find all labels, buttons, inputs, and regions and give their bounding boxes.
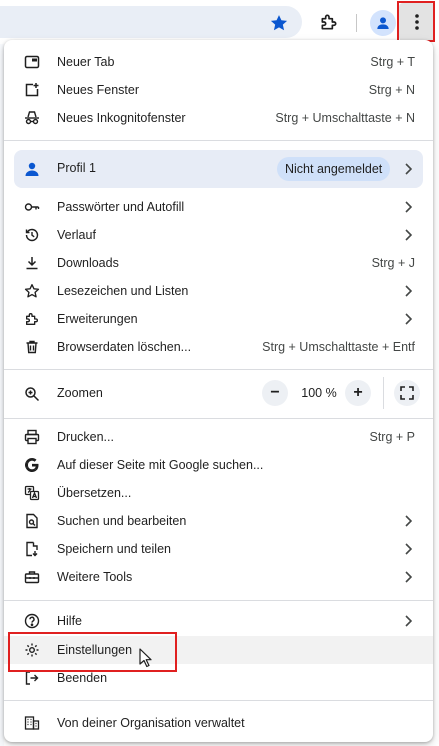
menu-item-label: Hilfe [57, 614, 83, 628]
puzzle-icon [24, 311, 40, 327]
menu-item-google-search-page[interactable]: Auf dieser Seite mit Google suchen... [4, 451, 433, 479]
menu-item-more-tools[interactable]: Weitere Tools [4, 563, 433, 591]
trash-icon [24, 339, 40, 355]
menu-item-label: Neuer Tab [57, 55, 115, 69]
star-outline-icon [24, 283, 40, 299]
translate-icon [24, 485, 40, 501]
menu-item-save-share[interactable]: Speichern und teilen [4, 535, 433, 563]
menu-item-label: Weitere Tools [57, 570, 133, 584]
menu-item-label: Drucken... [57, 430, 114, 444]
menu-item-label: Verlauf [57, 228, 96, 242]
fullscreen-icon[interactable] [394, 380, 420, 406]
profile-name: Profil 1 [57, 161, 96, 175]
profile-row[interactable]: Profil 1 Nicht angemeldet [14, 150, 423, 188]
incognito-icon [24, 110, 40, 126]
zoom-icon [24, 386, 40, 402]
menu-item-label: Neues Fenster [57, 83, 139, 97]
zoom-out-button[interactable]: − [262, 380, 288, 406]
building-icon [24, 715, 40, 731]
new-window-icon [24, 82, 40, 98]
menu-item-label: Erweiterungen [57, 312, 138, 326]
signin-status-badge: Nicht angemeldet [277, 157, 391, 181]
menu-item-label: Auf dieser Seite mit Google suchen... [57, 458, 264, 472]
menu-item-label: Passwörter und Autofill [57, 200, 185, 214]
mouse-cursor-icon [139, 648, 153, 668]
chevron-right-icon [401, 228, 415, 242]
menu-item-downloads[interactable]: Downloads Strg + J [4, 249, 433, 277]
chevron-right-icon [401, 514, 415, 528]
google-g-icon [24, 457, 40, 473]
shortcut-text: Strg + J [371, 256, 415, 270]
zoom-label: Zoomen [57, 386, 103, 400]
menu-divider [4, 369, 433, 370]
menu-divider [4, 700, 433, 701]
shortcut-text: Strg + N [368, 83, 415, 97]
address-bar[interactable] [0, 6, 302, 38]
exit-icon [24, 670, 40, 686]
menu-item-print[interactable]: Drucken... Strg + P [4, 423, 433, 451]
chevron-right-icon [401, 200, 415, 214]
menu-item-history[interactable]: Verlauf [4, 221, 433, 249]
print-icon [24, 429, 40, 445]
menu-item-label: Suchen und bearbeiten [57, 514, 187, 528]
shortcut-text: Strg + Umschalttaste + N [275, 111, 415, 125]
chevron-right-icon [401, 542, 415, 556]
menu-item-help[interactable]: Hilfe [4, 607, 433, 635]
history-icon [24, 227, 40, 243]
menu-divider [4, 140, 433, 141]
menu-item-label: Speichern und teilen [57, 542, 171, 556]
menu-item-new-window[interactable]: Neues Fenster Strg + N [4, 76, 433, 104]
find-page-icon [24, 513, 40, 529]
zoom-divider [383, 377, 384, 409]
extensions-puzzle-icon[interactable] [318, 11, 340, 33]
menu-item-new-incognito[interactable]: Neues Inkognitofenster Strg + Umschaltta… [4, 104, 433, 132]
menu-item-extensions[interactable]: Erweiterungen [4, 305, 433, 333]
save-share-icon [24, 541, 40, 557]
key-icon [24, 199, 40, 215]
chevron-right-icon [401, 284, 415, 298]
shortcut-text: Strg + Umschalttaste + Entf [262, 340, 415, 354]
menu-item-managed-by-org[interactable]: Von deiner Organisation verwaltet [4, 709, 433, 737]
menu-item-label: Beenden [57, 671, 108, 685]
menu-item-label: Lesezeichen und Listen [57, 284, 189, 298]
menu-item-passwords-autofill[interactable]: Passwörter und Autofill [4, 193, 433, 221]
menu-item-translate[interactable]: Übersetzen... [4, 479, 433, 507]
person-icon [24, 161, 40, 177]
menu-item-find-edit[interactable]: Suchen und bearbeiten [4, 507, 433, 535]
shortcut-text: Strg + T [370, 55, 415, 69]
chevron-right-icon [401, 312, 415, 326]
chevron-right-icon [401, 570, 415, 584]
chevron-right-icon [401, 614, 415, 628]
menu-item-bookmarks-lists[interactable]: Lesezeichen und Listen [4, 277, 433, 305]
menu-item-label: Browserdaten löschen... [57, 340, 192, 354]
browser-toolbar [0, 0, 439, 44]
menu-item-label: Übersetzen... [57, 486, 132, 500]
toolbox-icon [24, 569, 40, 585]
menu-item-new-tab[interactable]: Neuer Tab Strg + T [4, 48, 433, 76]
menu-item-label: Von deiner Organisation verwaltet [57, 716, 245, 730]
bookmark-star-icon[interactable] [268, 12, 290, 34]
new-tab-icon [24, 54, 40, 70]
menu-button-annotation-box [397, 1, 435, 42]
chevron-right-icon [401, 162, 415, 176]
profile-avatar-icon[interactable] [370, 10, 396, 36]
menu-item-clear-browsing-data[interactable]: Browserdaten löschen... Strg + Umschaltt… [4, 333, 433, 361]
zoom-in-button[interactable]: + [345, 380, 371, 406]
menu-item-label: Neues Inkognitofenster [57, 111, 186, 125]
menu-divider [4, 418, 433, 419]
menu-divider [4, 600, 433, 601]
toolbar-divider [356, 14, 357, 32]
download-icon [24, 255, 40, 271]
help-icon [24, 613, 40, 629]
shortcut-text: Strg + P [369, 430, 415, 444]
zoom-row: Zoomen − 100 % + [4, 377, 433, 411]
menu-item-label: Downloads [57, 256, 119, 270]
zoom-level-value: 100 % [301, 386, 337, 400]
